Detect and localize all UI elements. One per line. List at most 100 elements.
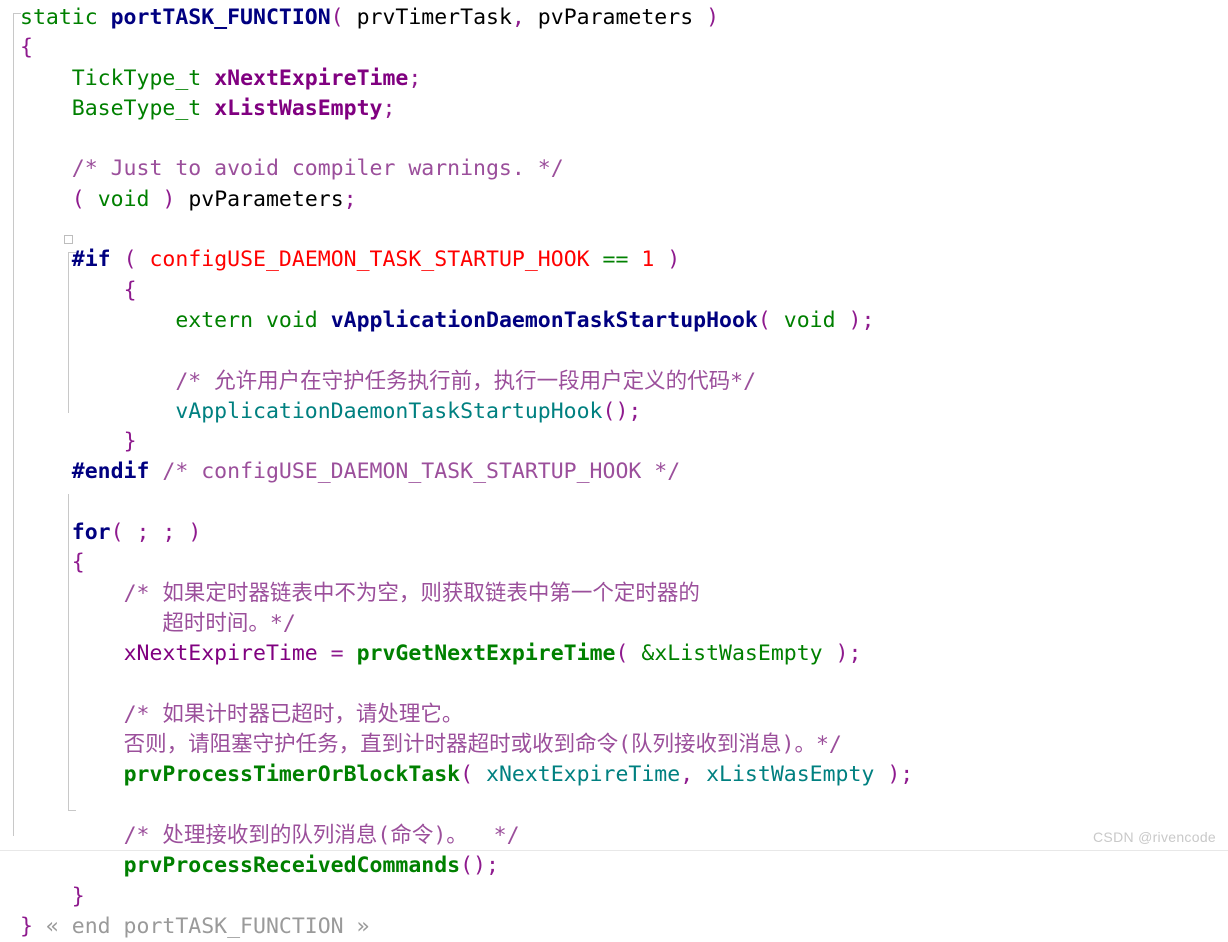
code-token-pln: pvParameters <box>524 5 707 30</box>
code-token-pln <box>20 520 72 545</box>
code-token-pln <box>20 459 72 484</box>
code-token-vart: xListWasEmpty <box>706 762 875 788</box>
code-token-fncb: prvProcessReceivedCommands <box>123 853 461 879</box>
code-token-op: ); <box>887 762 914 788</box>
code-token-cmt: 否则，请阻塞守护任务，直到计时器超时或收到命令(队列接收到消息)。*/ <box>123 732 842 758</box>
code-token-kw: BaseType_t <box>71 95 202 121</box>
code-token-pln <box>20 399 175 424</box>
code-listing[interactable]: static portTASK_FUNCTION( prvTimerTask, … <box>0 0 1228 942</box>
code-line[interactable]: BaseType_t xListWasEmpty; <box>0 94 1228 124</box>
code-token-kw: extern <box>175 307 254 333</box>
code-token-kw: static <box>20 5 111 30</box>
code-line[interactable]: { <box>0 276 1228 306</box>
code-token-op: ; <box>382 95 396 121</box>
code-line[interactable]: for( ; ; ) <box>0 518 1228 548</box>
code-token-op: , <box>680 762 694 788</box>
code-token-pln: prvTimerTask <box>343 5 512 30</box>
code-token-pln <box>20 550 72 575</box>
code-token-var: xNextExpireTime <box>214 65 409 91</box>
code-token-op: } <box>71 883 85 909</box>
code-token-pln <box>201 66 214 91</box>
code-line[interactable]: ( void ) pvParameters; <box>0 185 1228 215</box>
code-token-op: (); <box>460 853 499 879</box>
code-token-fnc: vApplicationDaemonTaskStartupHook <box>175 398 603 424</box>
code-token-pln <box>175 520 188 545</box>
code-line[interactable] <box>0 124 1228 154</box>
code-token-pln <box>253 308 266 333</box>
code-line[interactable]: /* Just to avoid compiler warnings. */ <box>0 154 1228 184</box>
code-line[interactable]: } « end portTASK_FUNCTION » <box>0 912 1228 942</box>
code-token-op: ( <box>757 307 771 333</box>
code-token-op: ; <box>343 186 357 212</box>
code-token-cmt: /* 如果定时器链表中不为空，则获取链表中第一个定时器的 <box>123 580 700 606</box>
code-line[interactable] <box>0 670 1228 700</box>
code-line[interactable] <box>0 488 1228 518</box>
code-line[interactable]: { <box>0 548 1228 578</box>
code-token-pln <box>20 369 175 394</box>
code-token-pln <box>693 762 706 787</box>
code-token-fn: portTASK_FUNCTION <box>110 5 331 30</box>
code-token-op: { <box>71 550 85 576</box>
code-token-kw: void <box>783 307 836 333</box>
code-token-pln <box>149 520 162 545</box>
code-line[interactable]: prvProcessTimerOrBlockTask( xNextExpireT… <box>0 760 1228 790</box>
code-line[interactable]: extern void vApplicationDaemonTaskStartu… <box>0 306 1228 336</box>
code-line[interactable]: vApplicationDaemonTaskStartupHook(); <box>0 397 1228 427</box>
code-token-op: ; <box>861 307 875 333</box>
code-line[interactable] <box>0 215 1228 245</box>
code-token-vart: xNextExpireTime <box>486 762 681 788</box>
code-token-op: ; <box>408 65 422 91</box>
code-token-fncb: prvProcessTimerOrBlockTask <box>123 762 461 788</box>
code-line[interactable]: #endif /* configUSE_DAEMON_TASK_STARTUP_… <box>0 457 1228 487</box>
code-token-pln <box>149 459 162 484</box>
code-token-pre: #if <box>71 247 111 273</box>
code-token-op: ; <box>162 520 176 546</box>
code-token-pre: #endif <box>71 459 150 485</box>
code-line[interactable]: /* 如果计时器已超时，请处理它。 <box>0 700 1228 730</box>
code-token-op: ) <box>706 5 720 30</box>
code-line[interactable]: } <box>0 882 1228 912</box>
code-token-op: ( <box>123 247 137 273</box>
code-line[interactable]: 超时时间。*/ <box>0 609 1228 639</box>
code-token-pln <box>201 96 214 121</box>
code-token-op: ( <box>71 186 85 212</box>
code-token-pln <box>473 762 486 787</box>
code-line[interactable]: } <box>0 427 1228 457</box>
code-line[interactable]: TickType_t xNextExpireTime; <box>0 64 1228 94</box>
code-token-pln <box>20 641 124 666</box>
code-token-op: { <box>123 277 137 303</box>
code-line[interactable]: static portTASK_FUNCTION( prvTimerTask, … <box>0 3 1228 33</box>
code-line[interactable]: 否则，请阻塞守护任务，直到计时器超时或收到命令(队列接收到消息)。*/ <box>0 730 1228 760</box>
csdn-watermark: CSDN @rivencode <box>1093 829 1216 845</box>
code-token-pln <box>137 247 150 272</box>
code-token-pln <box>20 156 72 181</box>
code-line[interactable]: #if ( configUSE_DAEMON_TASK_STARTUP_HOOK… <box>0 245 1228 275</box>
code-token-pln <box>149 187 162 212</box>
code-token-fncb: prvGetNextExpireTime <box>356 641 616 667</box>
code-token-op: ( <box>460 762 474 788</box>
code-token-pln <box>874 762 887 787</box>
code-token-pln: pvParameters <box>175 186 344 212</box>
code-line[interactable]: /* 允许用户在守护任务执行前，执行一段用户定义的代码*/ <box>0 367 1228 397</box>
code-token-pln <box>20 429 124 454</box>
code-token-cmt: /* Just to avoid compiler warnings. */ <box>71 156 564 182</box>
code-token-op: ) <box>162 186 176 212</box>
code-token-fn: vApplicationDaemonTaskStartupHook <box>330 307 758 333</box>
code-line[interactable] <box>0 791 1228 821</box>
code-token-pln <box>20 308 175 333</box>
code-line[interactable]: prvProcessReceivedCommands(); <box>0 851 1228 881</box>
code-token-pln <box>628 247 641 272</box>
code-line[interactable]: xNextExpireTime = prvGetNextExpireTime( … <box>0 639 1228 669</box>
code-token-cmt: /* 如果计时器已超时，请处理它。 <box>123 701 464 727</box>
code-line[interactable]: { <box>0 33 1228 63</box>
code-token-pln <box>628 641 641 666</box>
code-line[interactable]: /* 如果定时器链表中不为空，则获取链表中第一个定时器的 <box>0 579 1228 609</box>
code-line[interactable] <box>0 336 1228 366</box>
code-token-pln <box>654 247 667 272</box>
code-editor[interactable]: static portTASK_FUNCTION( prvTimerTask, … <box>0 0 1228 939</box>
code-token-op: ; <box>136 520 150 546</box>
code-token-cmt: /* configUSE_DAEMON_TASK_STARTUP_HOOK */ <box>162 459 681 485</box>
code-token-pln <box>771 308 784 333</box>
code-token-mac: 1 <box>641 247 655 273</box>
code-line[interactable]: /* 处理接收到的队列消息(命令)。 */ <box>0 821 1228 851</box>
